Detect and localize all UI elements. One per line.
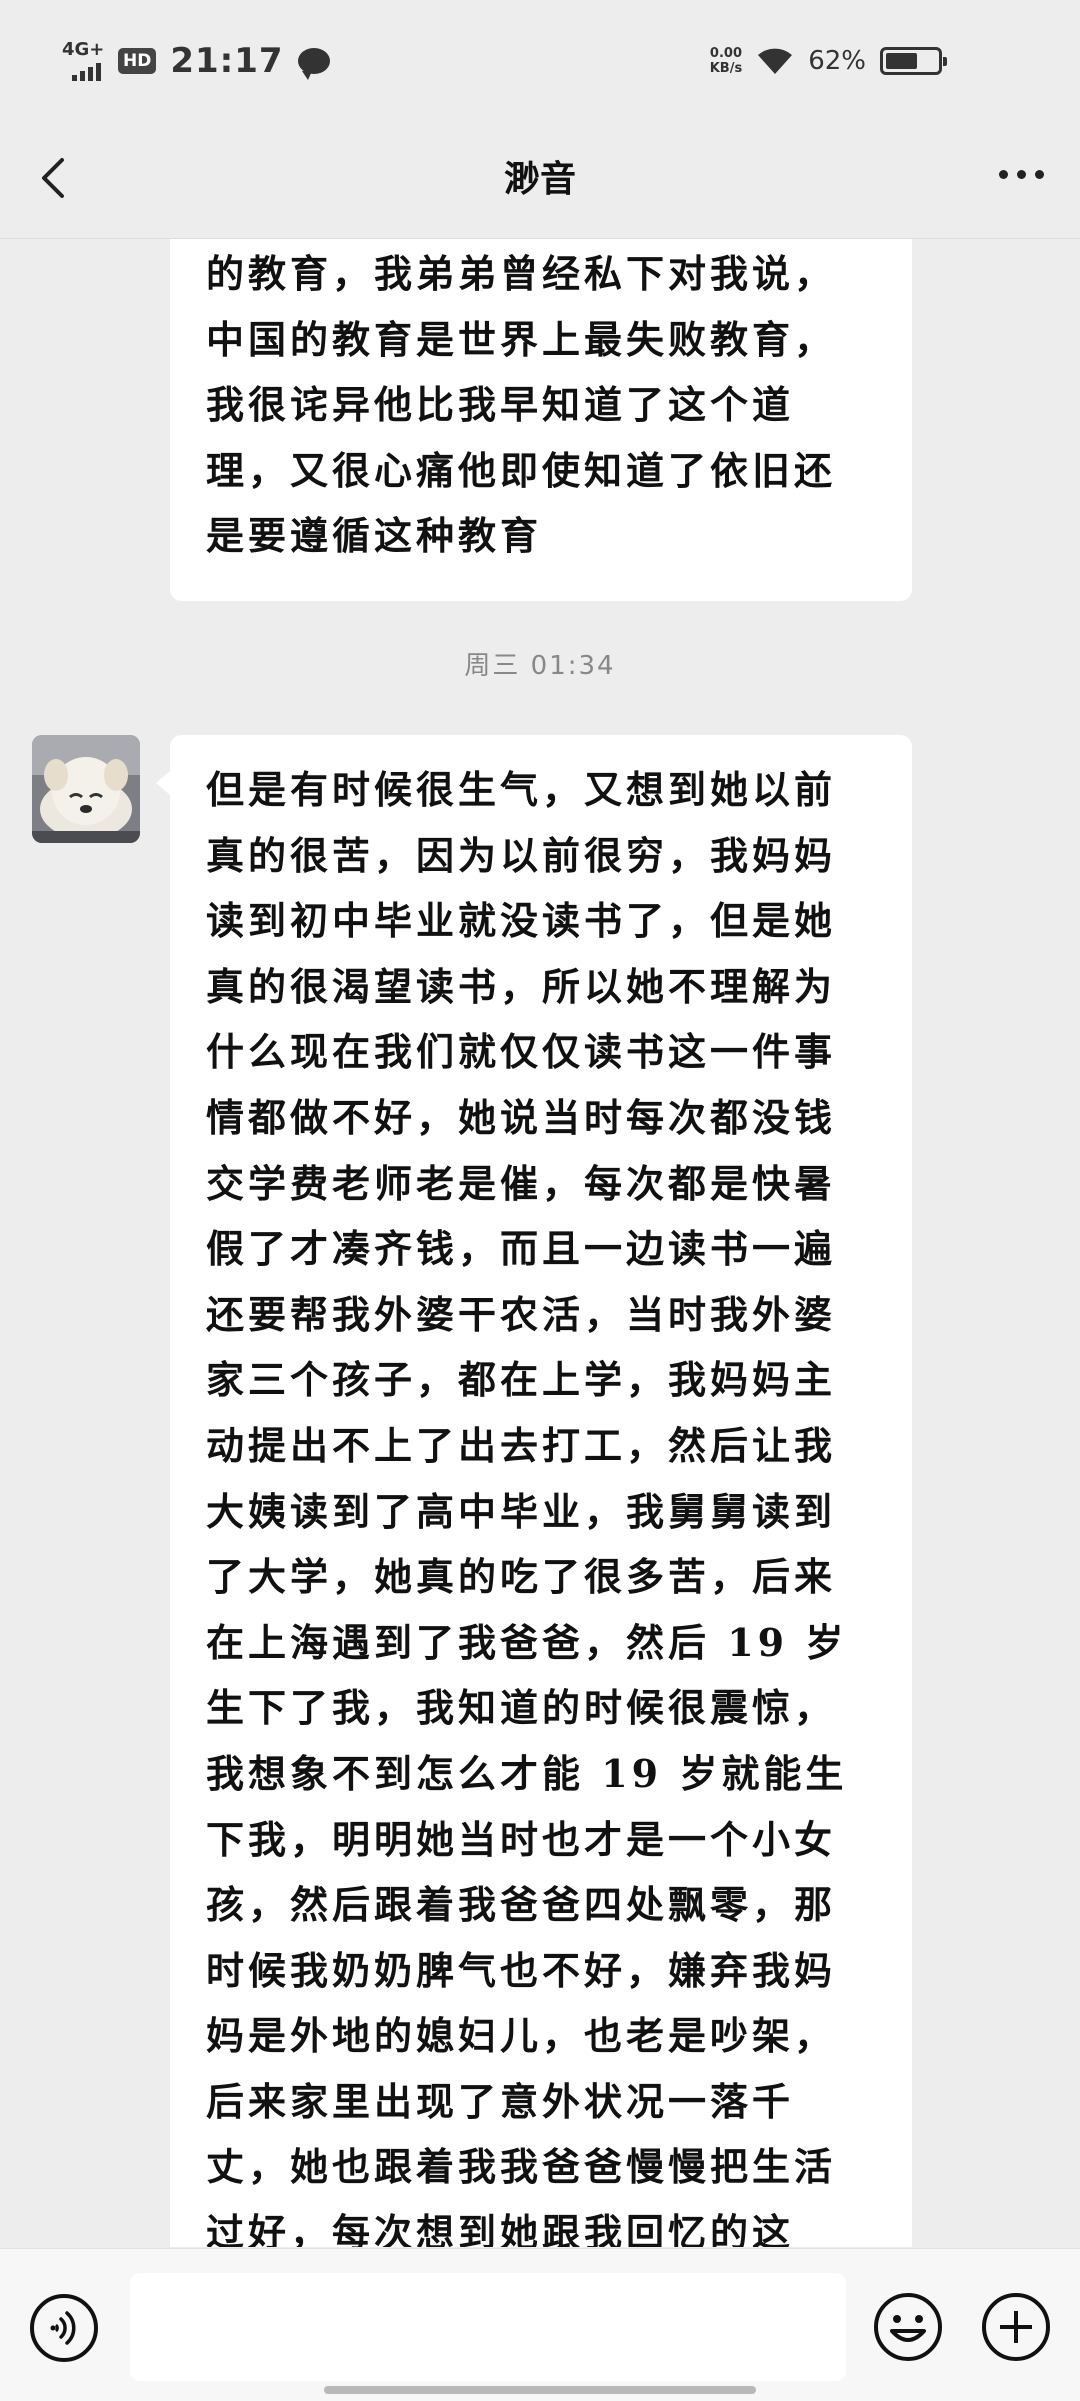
more-options-button[interactable] xyxy=(999,170,1044,179)
message-text-line: 大姨读到了高中毕业，我舅舅读到 xyxy=(206,1488,837,1534)
message-text-line: 理，又很心痛他即使知道了依旧还 xyxy=(206,447,837,493)
hd-icon: HD xyxy=(118,48,157,74)
message-text-line: 交学费老师老是催，每次都是快暑 xyxy=(206,1160,837,1206)
voice-icon xyxy=(50,2311,76,2345)
net-speed: 0.00 KB/s xyxy=(710,46,742,76)
network-type: 4G+ xyxy=(62,39,105,60)
voice-button[interactable] xyxy=(30,2294,98,2362)
message-text-line: 读到初中毕业就没读书了，但是她 xyxy=(206,898,837,944)
message-text-line: 家三个孩子，都在上学，我妈妈主 xyxy=(206,1357,837,1403)
message-text-line: 但是有时候很生气，又想到她以前 xyxy=(206,767,837,812)
message-text-line: 孩，然后跟着我爸爸四处飘零，那 xyxy=(206,1882,837,1928)
message-text-line: 后来家里出现了意外状况一落千 xyxy=(206,2078,795,2124)
message-text-line: 的教育，我弟弟曾经私下对我说， xyxy=(206,251,837,296)
message-text-line: 了大学，她真的吃了很多苦，后来 xyxy=(206,1554,837,1600)
message-text-line: 我很诧异他比我早知道了这个道 xyxy=(206,382,795,428)
message-list[interactable]: 的教育，我弟弟曾经私下对我说， 中国的教育是世界上最失败教育， 我很诧异他比我早知道… xyxy=(0,239,1080,2247)
avatar[interactable] xyxy=(32,735,140,843)
home-indicator[interactable] xyxy=(324,2386,756,2394)
message-text-line: 我想象不到怎么才能 19 岁就能生 xyxy=(206,1750,848,1796)
wifi-icon xyxy=(758,48,793,74)
message-text-line: 妈是外地的媳妇儿，也老是吵架， xyxy=(206,2013,837,2059)
net-speed-unit: KB/s xyxy=(709,61,743,76)
message-text-line: 什么现在我们就仅仅读书这一件事 xyxy=(206,1029,837,1075)
avatar-dog-image xyxy=(32,735,140,843)
message-text-line: 丈，她也跟着我我爸爸慢慢把生活 xyxy=(206,2144,837,2190)
message-text-line: 假了才凑齐钱，而且一边读书一遍 xyxy=(206,1226,837,1272)
message-text-line: 还要帮我外婆干农活，当时我外婆 xyxy=(206,1291,837,1337)
message-text-line: 生下了我，我知道的时候很震惊， xyxy=(206,1685,837,1731)
message-text: 但是有时候很生气，又想到她以前 真的很苦，因为以前很穷，我妈妈 读到初中毕业就没读书… xyxy=(206,757,882,2247)
message-timestamp: 周三 01:34 xyxy=(464,651,616,681)
more-functions-button[interactable] xyxy=(980,2291,1052,2363)
emoji-icon xyxy=(874,2293,942,2361)
chat-header: 渺音 xyxy=(0,120,1080,239)
message-input[interactable] xyxy=(130,2273,846,2381)
message-text-line: 是要遵循这种教育 xyxy=(206,513,543,559)
net-speed-value: 0.00 xyxy=(709,46,742,61)
message-notification-icon xyxy=(297,48,330,80)
battery-percent: 62% xyxy=(808,46,866,76)
battery-icon xyxy=(880,47,947,75)
battery-fill xyxy=(886,53,917,69)
chat-input-bar xyxy=(0,2248,1080,2401)
chat-title: 渺音 xyxy=(503,158,576,200)
message-bubble[interactable]: 但是有时候很生气，又想到她以前 真的很苦，因为以前很穷，我妈妈 读到初中毕业就没读书… xyxy=(156,735,912,2247)
message-text-line: 真的很渴望读书，所以她不理解为 xyxy=(206,963,837,1009)
message-text-line: 真的很苦，因为以前很穷，我妈妈 xyxy=(206,832,837,878)
message-text-line: 时候我奶奶脾气也不好，嫌弃我妈 xyxy=(206,1947,837,1993)
status-time: 21:17 xyxy=(170,41,284,81)
message-text-line: 动提出不上了出去打工，然后让我 xyxy=(206,1422,837,1468)
plus-icon xyxy=(982,2293,1050,2361)
message-text-line: 下我，明明她当时也才是一个小女 xyxy=(206,1816,837,1862)
message-text-line: 过好，每次想到她跟我回忆的这 xyxy=(206,2210,795,2247)
message-text-line: 在上海遇到了我爸爸，然后 19 岁 xyxy=(206,1619,848,1665)
message-bubble-previous[interactable]: 的教育，我弟弟曾经私下对我说， 中国的教育是世界上最失败教育， 我很诧异他比我早知道… xyxy=(170,239,912,601)
emoji-button[interactable] xyxy=(872,2291,944,2363)
signal-icon: 4G+ xyxy=(62,41,104,81)
status-left: 4G+ HD 21:17 xyxy=(62,36,330,86)
more-dots-icon xyxy=(999,170,1008,179)
message-text-line: 中国的教育是世界上最失败教育， xyxy=(206,316,837,362)
message-text-line: 情都做不好，她说当时每次都没钱 xyxy=(206,1094,837,1140)
status-bar: 4G+ HD 21:17 0.00 KB/s 62% xyxy=(0,0,1080,120)
message-text: 的教育，我弟弟曾经私下对我说， 中国的教育是世界上最失败教育， 我很诧异他比我早知道… xyxy=(206,239,882,569)
status-right: 0.00 KB/s 62% xyxy=(710,38,947,84)
